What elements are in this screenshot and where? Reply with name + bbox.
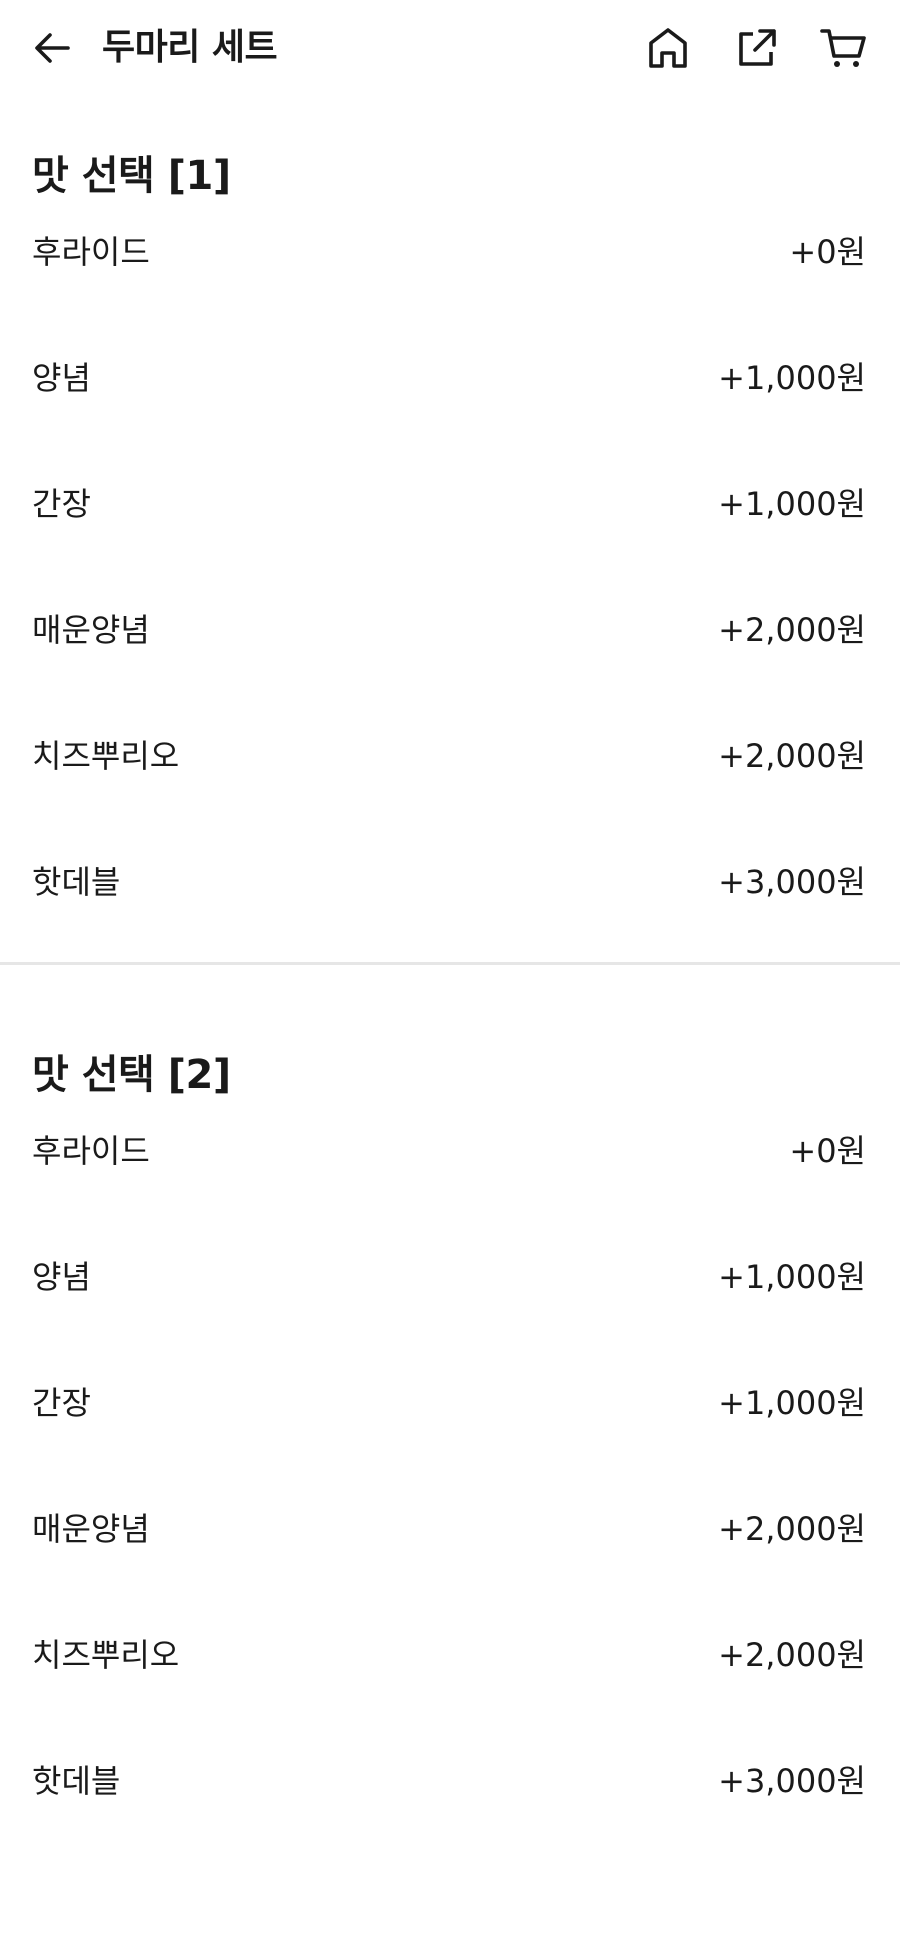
section-title: 맛 선택 [2]: [32, 1052, 231, 1098]
share-icon: [739, 29, 776, 66]
option-row[interactable]: 매운양념 +2,000원: [0, 1507, 900, 1633]
page-title: 두마리 세트: [102, 27, 278, 68]
option-price: +2,000원: [718, 1636, 866, 1674]
home-icon: [649, 28, 687, 68]
option-price: +2,000원: [718, 1510, 866, 1548]
option-row[interactable]: 핫데블 +3,000원: [0, 1759, 900, 1885]
option-row[interactable]: 치즈뿌리오 +2,000원: [0, 734, 900, 860]
app-header: 두마리 세트: [0, 0, 900, 96]
option-name: 양념: [32, 1258, 91, 1296]
option-price: +1,000원: [718, 485, 866, 523]
option-name: 치즈뿌리오: [32, 737, 180, 775]
option-list: 후라이드 +0원 양념 +1,000원 간장 +1,000원 매운양념 +2,0…: [0, 230, 900, 958]
section-title: 맛 선택 [1]: [32, 153, 231, 199]
option-name: 매운양념: [32, 1510, 150, 1548]
option-name: 간장: [32, 485, 91, 523]
option-row[interactable]: 간장 +1,000원: [0, 482, 900, 608]
option-name: 후라이드: [32, 233, 150, 271]
option-row[interactable]: 매운양념 +2,000원: [0, 608, 900, 734]
home-button[interactable]: [624, 20, 712, 76]
option-name: 간장: [32, 1384, 91, 1422]
option-name: 핫데블: [32, 1762, 121, 1800]
option-row[interactable]: 후라이드 +0원: [0, 1129, 900, 1255]
back-arrow-icon: [35, 33, 70, 63]
option-price: +1,000원: [718, 1384, 866, 1422]
option-name: 매운양념: [32, 611, 150, 649]
back-button[interactable]: [28, 24, 76, 72]
option-row[interactable]: 양념 +1,000원: [0, 356, 900, 482]
option-price: +1,000원: [718, 359, 866, 397]
option-name: 양념: [32, 359, 91, 397]
cart-button[interactable]: [800, 20, 888, 76]
option-row[interactable]: 후라이드 +0원: [0, 230, 900, 356]
option-price: +0원: [789, 233, 866, 271]
option-price: +0원: [789, 1132, 866, 1170]
option-name: 치즈뿌리오: [32, 1636, 180, 1674]
option-price: +1,000원: [718, 1258, 866, 1296]
cart-icon: [820, 29, 866, 67]
option-row[interactable]: 간장 +1,000원: [0, 1381, 900, 1507]
option-row[interactable]: 치즈뿌리오 +2,000원: [0, 1633, 900, 1759]
share-button[interactable]: [712, 20, 800, 76]
option-list: 후라이드 +0원 양념 +1,000원 간장 +1,000원 매운양념 +2,0…: [0, 1129, 900, 1885]
header-actions: [624, 20, 888, 76]
option-price: +2,000원: [718, 737, 866, 775]
flavor-section-2: 맛 선택 [2] 후라이드 +0원 양념 +1,000원 간장 +1,000원 …: [0, 1045, 900, 1885]
option-row[interactable]: 핫데블 +3,000원: [0, 860, 900, 958]
option-row[interactable]: 양념 +1,000원: [0, 1255, 900, 1381]
flavor-section-1: 맛 선택 [1] 후라이드 +0원 양념 +1,000원 간장 +1,000원 …: [0, 146, 900, 958]
option-name: 핫데블: [32, 863, 121, 901]
option-price: +3,000원: [718, 863, 866, 901]
option-name: 후라이드: [32, 1132, 150, 1170]
section-divider: [0, 962, 900, 965]
option-price: +3,000원: [718, 1762, 866, 1800]
option-price: +2,000원: [718, 611, 866, 649]
